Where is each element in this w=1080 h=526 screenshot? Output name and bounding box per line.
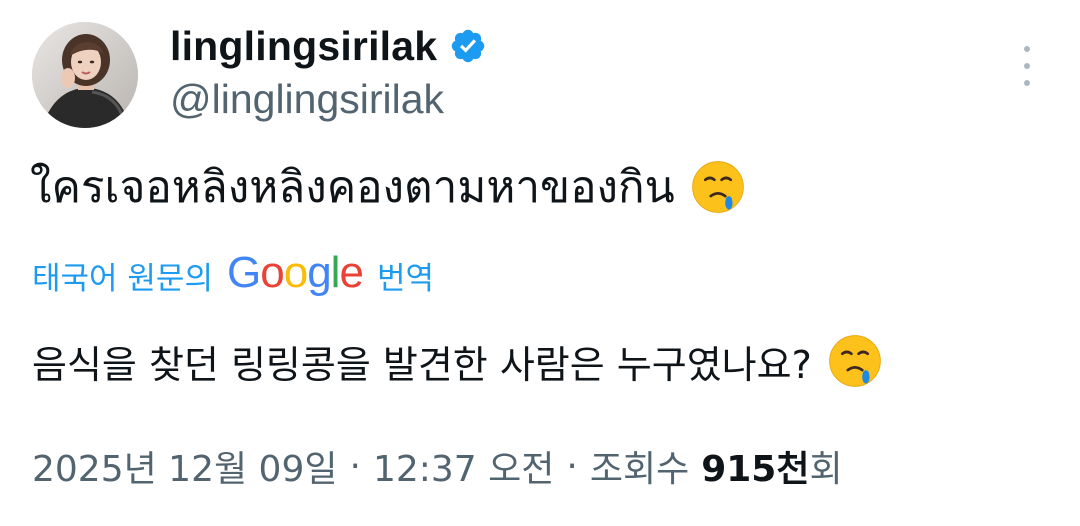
face-holding-back-tears-emoji <box>689 158 747 216</box>
tweet-text-content: ใครเจอหลิงหลิงคองตามหาของกิน <box>30 162 675 213</box>
display-name-row[interactable]: linglingsirilak <box>170 18 487 74</box>
avatar[interactable] <box>32 22 138 128</box>
meta-separator: · <box>349 445 361 487</box>
google-letter: o <box>260 248 285 297</box>
meta-separator: · <box>566 445 578 487</box>
avatar-image <box>32 22 138 128</box>
dot <box>1024 46 1030 52</box>
user-handle[interactable]: @linglingsirilak <box>170 76 444 123</box>
verified-badge-icon <box>449 27 487 65</box>
views-unit: 회 <box>809 449 843 490</box>
tweet: linglingsirilak @linglingsirilak ใครเจอห… <box>0 0 1080 526</box>
views-count: 915천 <box>701 449 810 490</box>
google-letter: G <box>226 248 261 297</box>
face-holding-back-tears-emoji <box>826 332 884 390</box>
display-name[interactable]: linglingsirilak <box>170 23 437 70</box>
tweet-text: ใครเจอหลิงหลิงคองตามหาของกิน <box>30 152 747 222</box>
translation-suffix: 번역 <box>376 260 434 297</box>
google-letter: o <box>283 248 309 297</box>
google-logo: Google <box>226 248 364 298</box>
google-letter: g <box>307 248 332 297</box>
views-label: 조회수 <box>589 449 690 490</box>
dot <box>1024 63 1030 69</box>
translated-text: 음식을 찾던 링링콩을 발견한 사람은 누구였나요? <box>32 332 884 390</box>
tweet-meta: 2025년 12월 09일 · 12:37 오전 · 조회수 915천 회 <box>32 440 843 492</box>
translated-text-content: 음식을 찾던 링링콩을 발견한 사람은 누구였나요? <box>32 342 812 387</box>
translation-prefix: 태국어 원문의 <box>32 260 213 297</box>
tweet-time[interactable]: 12:37 오전 <box>373 440 554 492</box>
google-letter: e <box>339 248 364 297</box>
dot <box>1024 80 1030 86</box>
tweet-date[interactable]: 2025년 12월 09일 <box>32 440 337 492</box>
more-vertical-icon[interactable] <box>1010 46 1044 86</box>
translation-attribution-link[interactable]: 태국어 원문의 Google 번역 <box>32 248 434 302</box>
